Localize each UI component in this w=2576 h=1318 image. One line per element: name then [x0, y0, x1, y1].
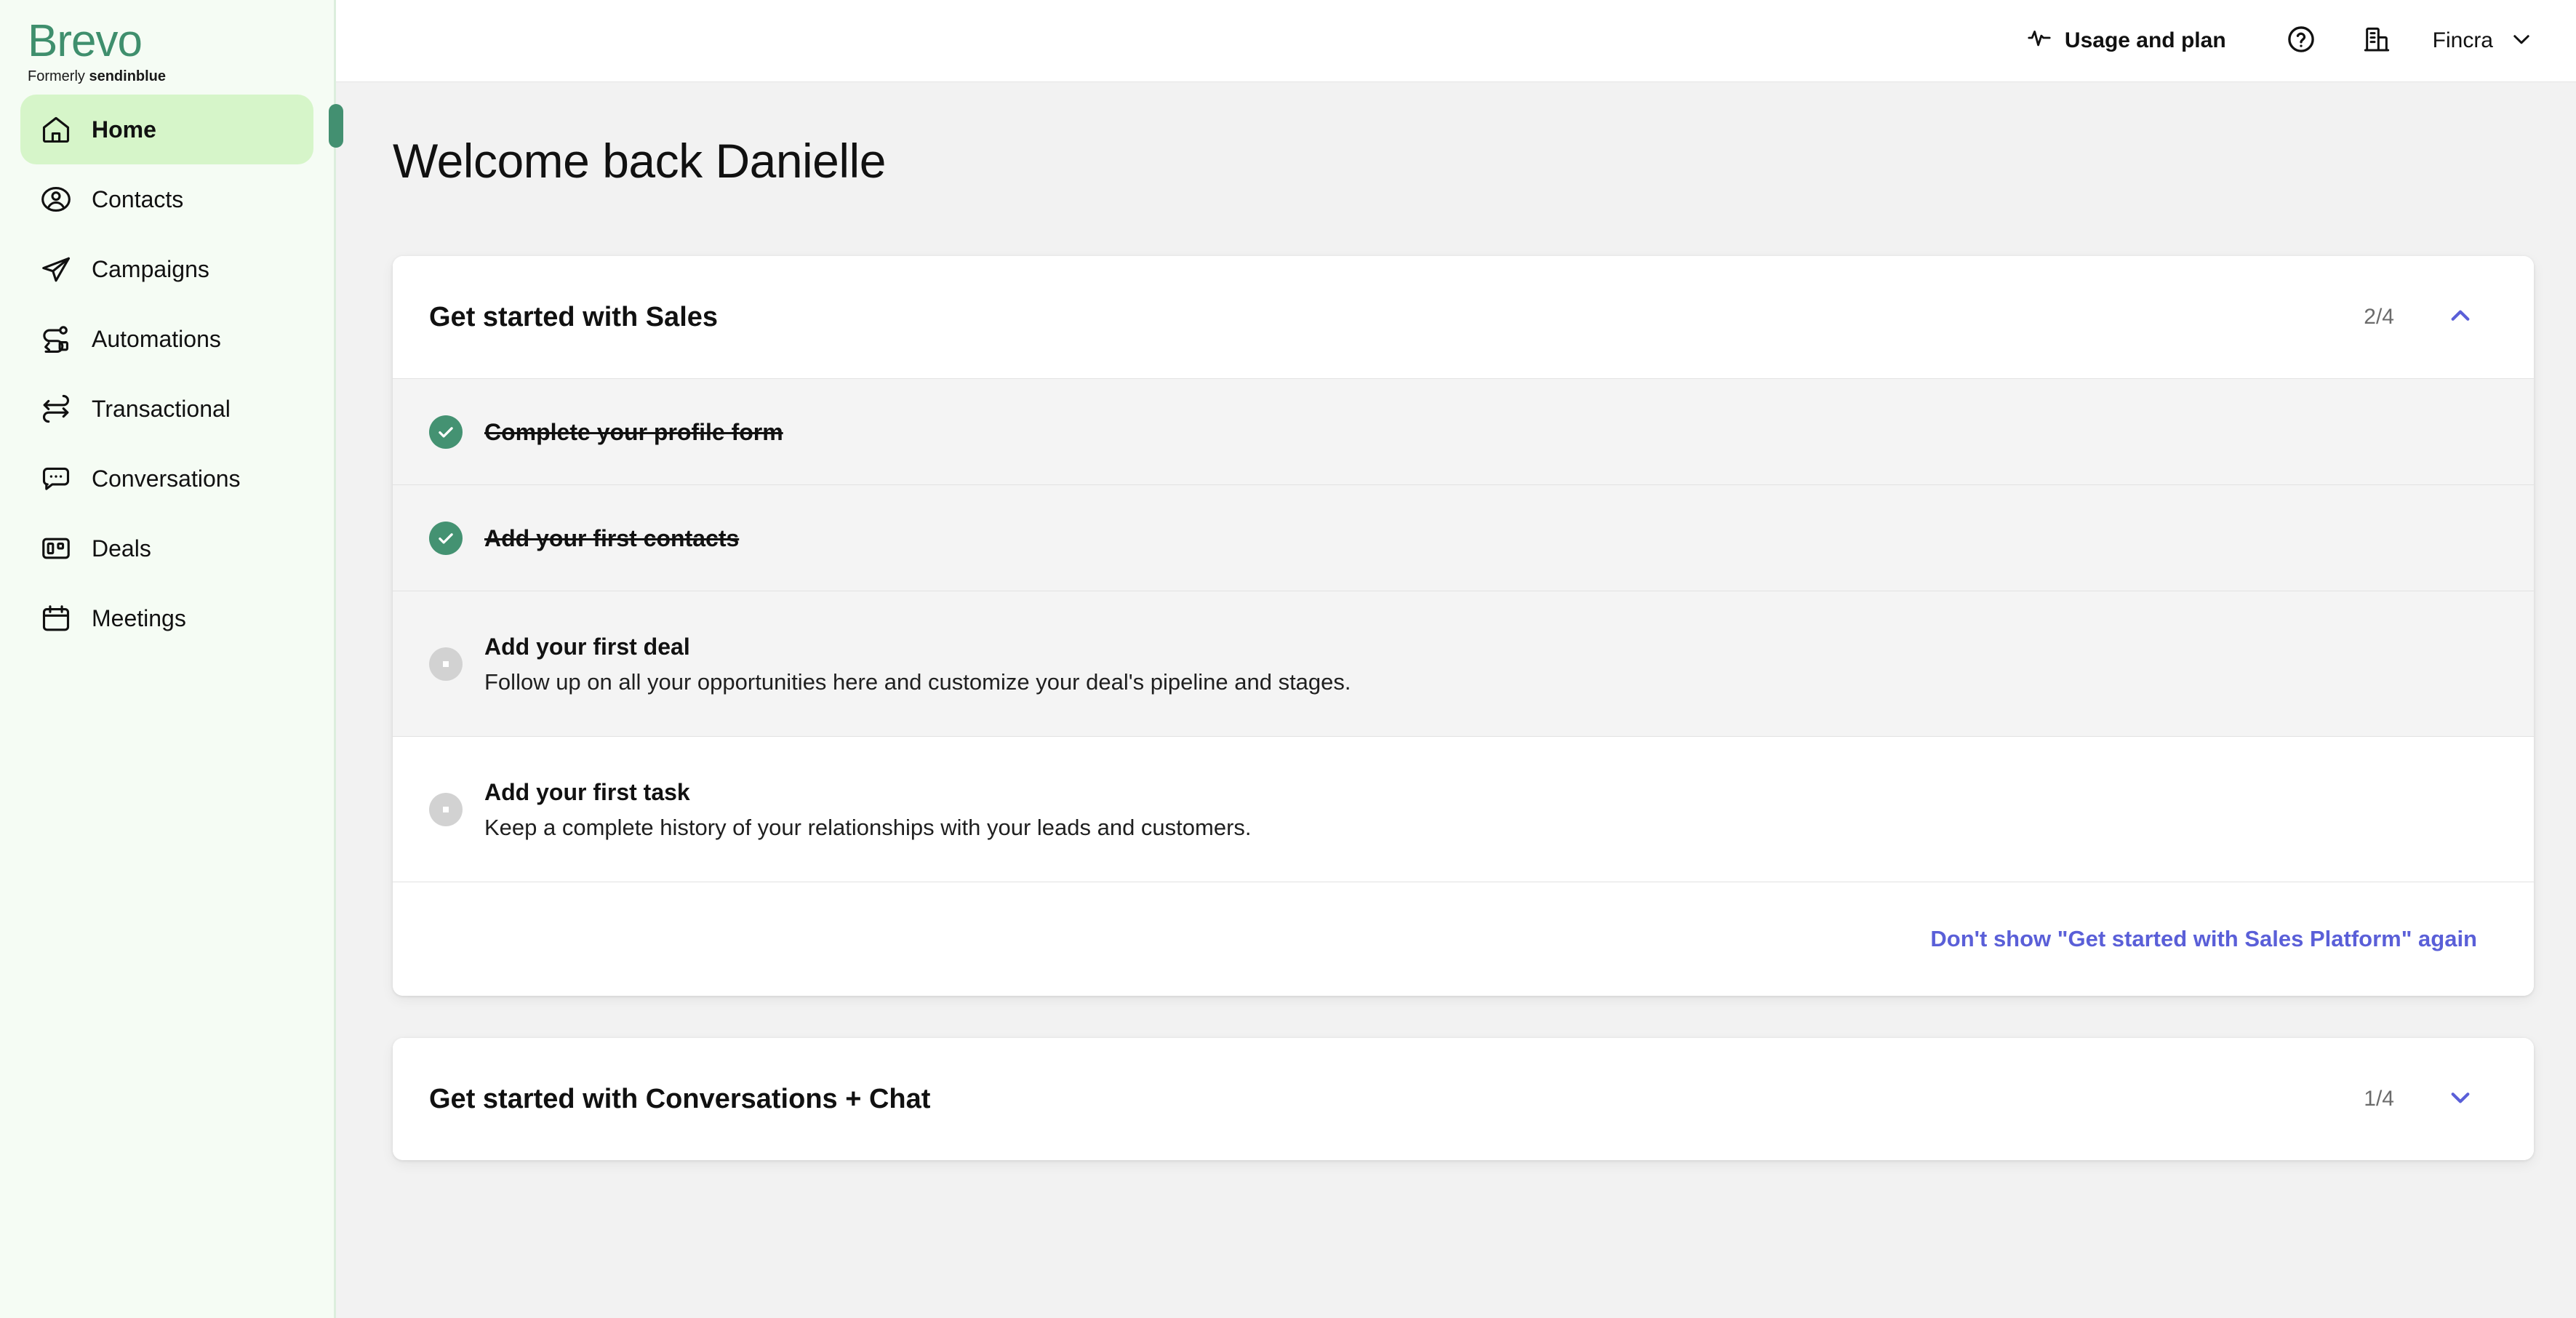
usage-and-plan-button[interactable]: Usage and plan [2027, 25, 2226, 56]
chevron-down-icon [2447, 1084, 2474, 1115]
pending-circle-icon [429, 792, 463, 826]
content-area: Welcome back Danielle Get started with S… [336, 82, 2576, 1318]
check-circle-icon [429, 415, 463, 449]
chevron-down-icon [2509, 27, 2534, 55]
tagline-prefix: Formerly [28, 68, 89, 84]
sales-card-header[interactable]: Get started with Sales 2/4 [393, 256, 2534, 378]
sidebar: Brevo Formerly sendinblue Home Contacts … [0, 0, 343, 1318]
task-row-add-task[interactable]: Add your first task Keep a complete hist… [393, 737, 2534, 882]
sidebar-nav: Home Contacts Campaigns Automations Tran… [0, 95, 334, 653]
sidebar-item-transactional[interactable]: Transactional [20, 374, 313, 444]
sidebar-item-home[interactable]: Home [20, 95, 313, 164]
contacts-icon [39, 183, 73, 216]
sidebar-collapse-handle[interactable] [329, 104, 343, 148]
conversations-card-header[interactable]: Get started with Conversations + Chat 1/… [393, 1038, 2534, 1160]
activity-pulse-icon [2027, 25, 2052, 56]
sales-card-footer: Don't show "Get started with Sales Platf… [393, 882, 2534, 996]
sidebar-item-label-meetings: Meetings [92, 604, 186, 631]
transactional-icon [39, 392, 73, 426]
brand-logo[interactable]: Brevo Formerly sendinblue [0, 0, 334, 87]
brevo-wordmark: Brevo [28, 16, 143, 66]
task-description: Keep a complete history of your relation… [484, 814, 1252, 840]
sidebar-item-label-transactional: Transactional [92, 395, 231, 422]
task-text: Complete your profile form [484, 419, 783, 445]
sidebar-item-label-home: Home [92, 116, 156, 143]
conversations-progress-counter: 1/4 [2364, 1087, 2394, 1111]
sidebar-item-contacts[interactable]: Contacts [20, 164, 313, 234]
usage-and-plan-label: Usage and plan [2064, 28, 2226, 52]
sidebar-item-label-automations: Automations [92, 325, 221, 352]
sidebar-item-label-deals: Deals [92, 535, 151, 562]
get-started-sales-card: Get started with Sales 2/4 Complete your… [393, 256, 2534, 996]
sidebar-item-campaigns[interactable]: Campaigns [20, 234, 313, 304]
task-text: Add your first deal Follow up on all you… [484, 634, 1351, 695]
home-icon [39, 113, 73, 146]
conversations-card-header-right: 1/4 [2364, 1082, 2477, 1116]
page-title: Welcome back Danielle [393, 134, 886, 188]
sidebar-item-label-campaigns: Campaigns [92, 255, 209, 282]
task-description: Follow up on all your opportunities here… [484, 668, 1351, 695]
building-icon [2362, 25, 2391, 57]
help-button[interactable] [2281, 21, 2321, 60]
main-area: Usage and plan Fincra Welcome back Danie… [336, 0, 2576, 1318]
automations-icon [39, 322, 73, 356]
app-root: Brevo Formerly sendinblue Home Contacts … [0, 0, 2576, 1318]
task-row-add-contacts[interactable]: Add your first contacts [393, 485, 2534, 591]
task-label: Add your first contacts [484, 524, 740, 551]
account-name: Fincra [2432, 28, 2493, 52]
task-label: Complete your profile form [484, 418, 783, 445]
sidebar-item-conversations[interactable]: Conversations [20, 444, 313, 514]
sidebar-item-label-contacts: Contacts [92, 185, 184, 212]
sidebar-item-deals[interactable]: Deals [20, 514, 313, 583]
sidebar-item-automations[interactable]: Automations [20, 304, 313, 374]
sales-collapse-toggle[interactable] [2444, 300, 2477, 334]
topbar: Usage and plan Fincra [336, 0, 2576, 82]
campaigns-icon [39, 252, 73, 286]
sales-card-header-right: 2/4 [2364, 300, 2477, 334]
account-switcher[interactable]: Fincra [2433, 27, 2534, 55]
conversations-expand-toggle[interactable] [2444, 1082, 2477, 1116]
pending-circle-icon [429, 647, 463, 681]
conversations-icon [39, 462, 73, 495]
task-row-add-deal[interactable]: Add your first deal Follow up on all you… [393, 591, 2534, 737]
chevron-up-icon [2447, 302, 2474, 333]
conversations-card-title: Get started with Conversations + Chat [429, 1083, 931, 1114]
dismiss-sales-checklist-link[interactable]: Don't show "Get started with Sales Platf… [1930, 926, 2477, 952]
sidebar-item-label-conversations: Conversations [92, 465, 241, 492]
company-button[interactable] [2357, 21, 2396, 60]
task-text: Add your first task Keep a complete hist… [484, 779, 1252, 840]
sales-progress-counter: 2/4 [2364, 305, 2394, 329]
check-circle-icon [429, 521, 463, 555]
task-text: Add your first contacts [484, 525, 739, 551]
task-row-complete-profile[interactable]: Complete your profile form [393, 379, 2534, 485]
task-label: Add your first task [484, 778, 690, 805]
tagline-sendinblue: sendinblue [89, 68, 167, 84]
get-started-conversations-card: Get started with Conversations + Chat 1/… [393, 1038, 2534, 1160]
meetings-icon [39, 602, 73, 635]
deals-icon [39, 532, 73, 565]
sales-card-title: Get started with Sales [429, 301, 719, 332]
task-label: Add your first deal [484, 633, 690, 660]
sidebar-item-meetings[interactable]: Meetings [20, 583, 313, 653]
brevo-tagline: Formerly sendinblue [28, 68, 334, 85]
help-circle-icon [2286, 24, 2316, 58]
